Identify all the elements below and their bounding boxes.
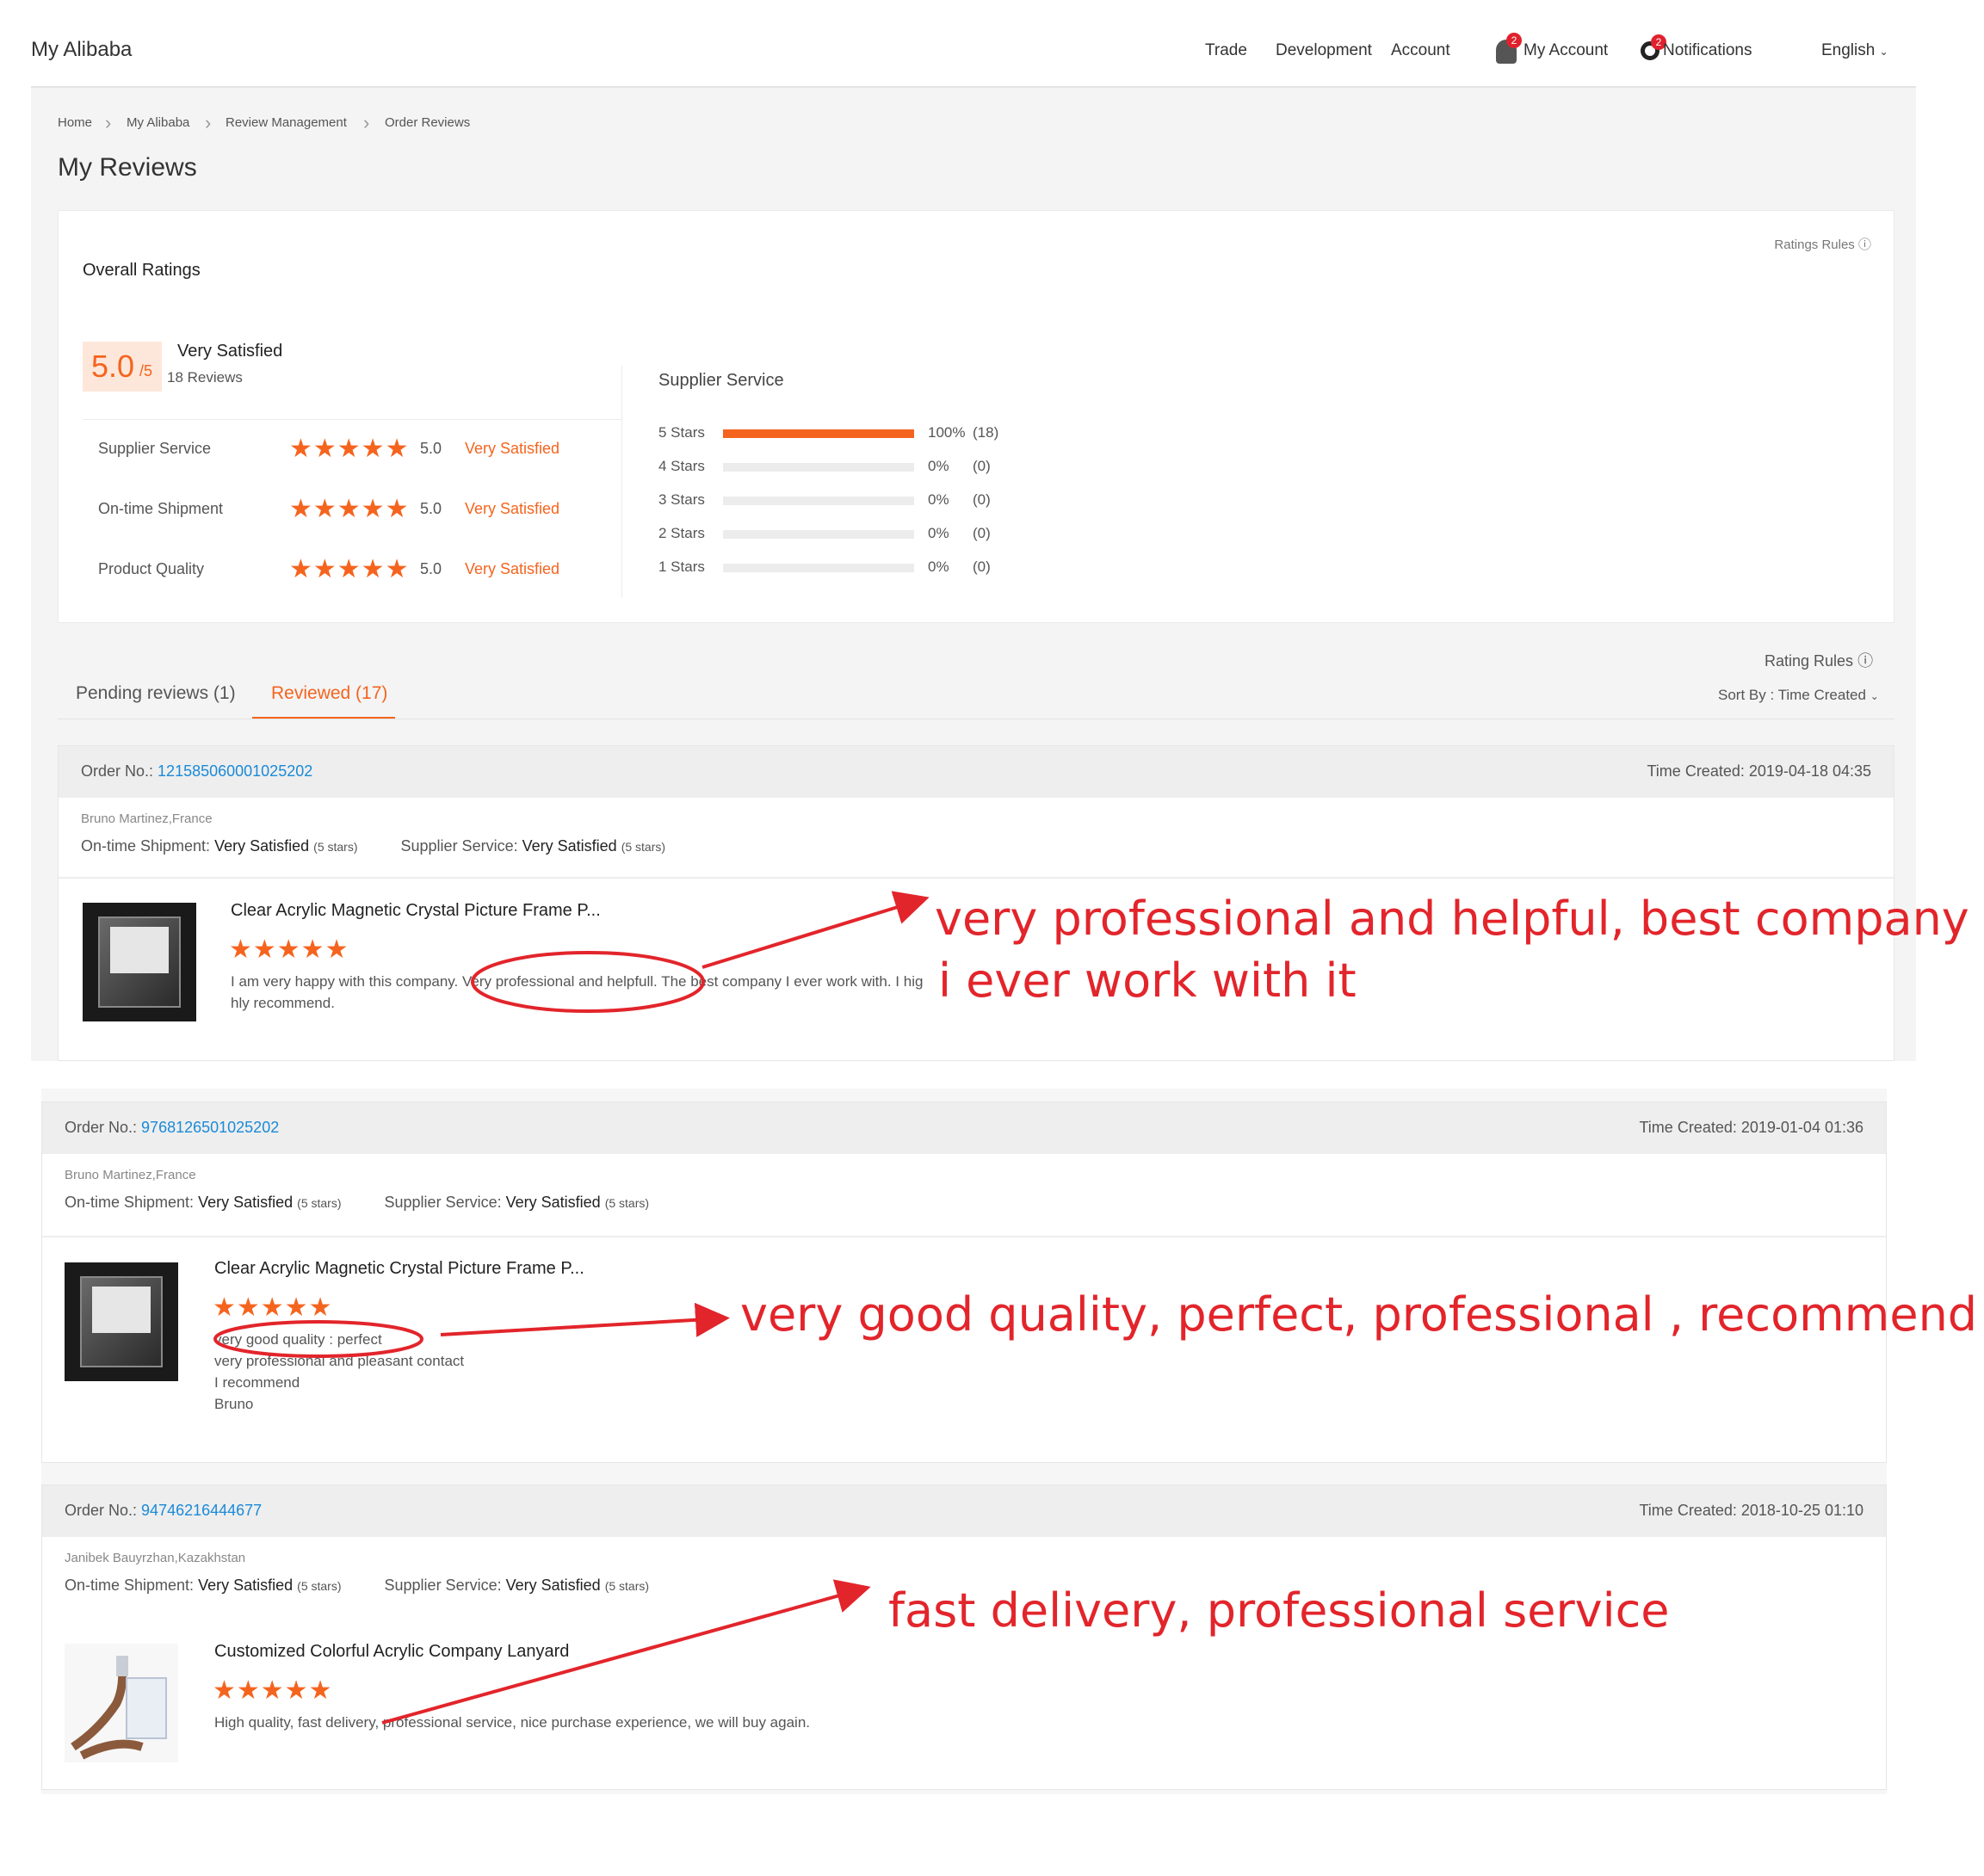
annotation-text: very good quality, perfect, professional…	[740, 1287, 1978, 1342]
annotation-circle	[213, 1320, 423, 1358]
annotation-arrow	[440, 1302, 730, 1337]
annotation-text: fast delivery, professional service	[888, 1583, 1670, 1638]
annotation-arrow	[702, 891, 930, 969]
annotation-circle	[471, 951, 705, 1013]
annotation-arrow	[381, 1579, 871, 1725]
annotation-text: very professional and helpful, best comp…	[935, 892, 1969, 946]
annotation-text: i ever work with it	[938, 953, 1357, 1008]
